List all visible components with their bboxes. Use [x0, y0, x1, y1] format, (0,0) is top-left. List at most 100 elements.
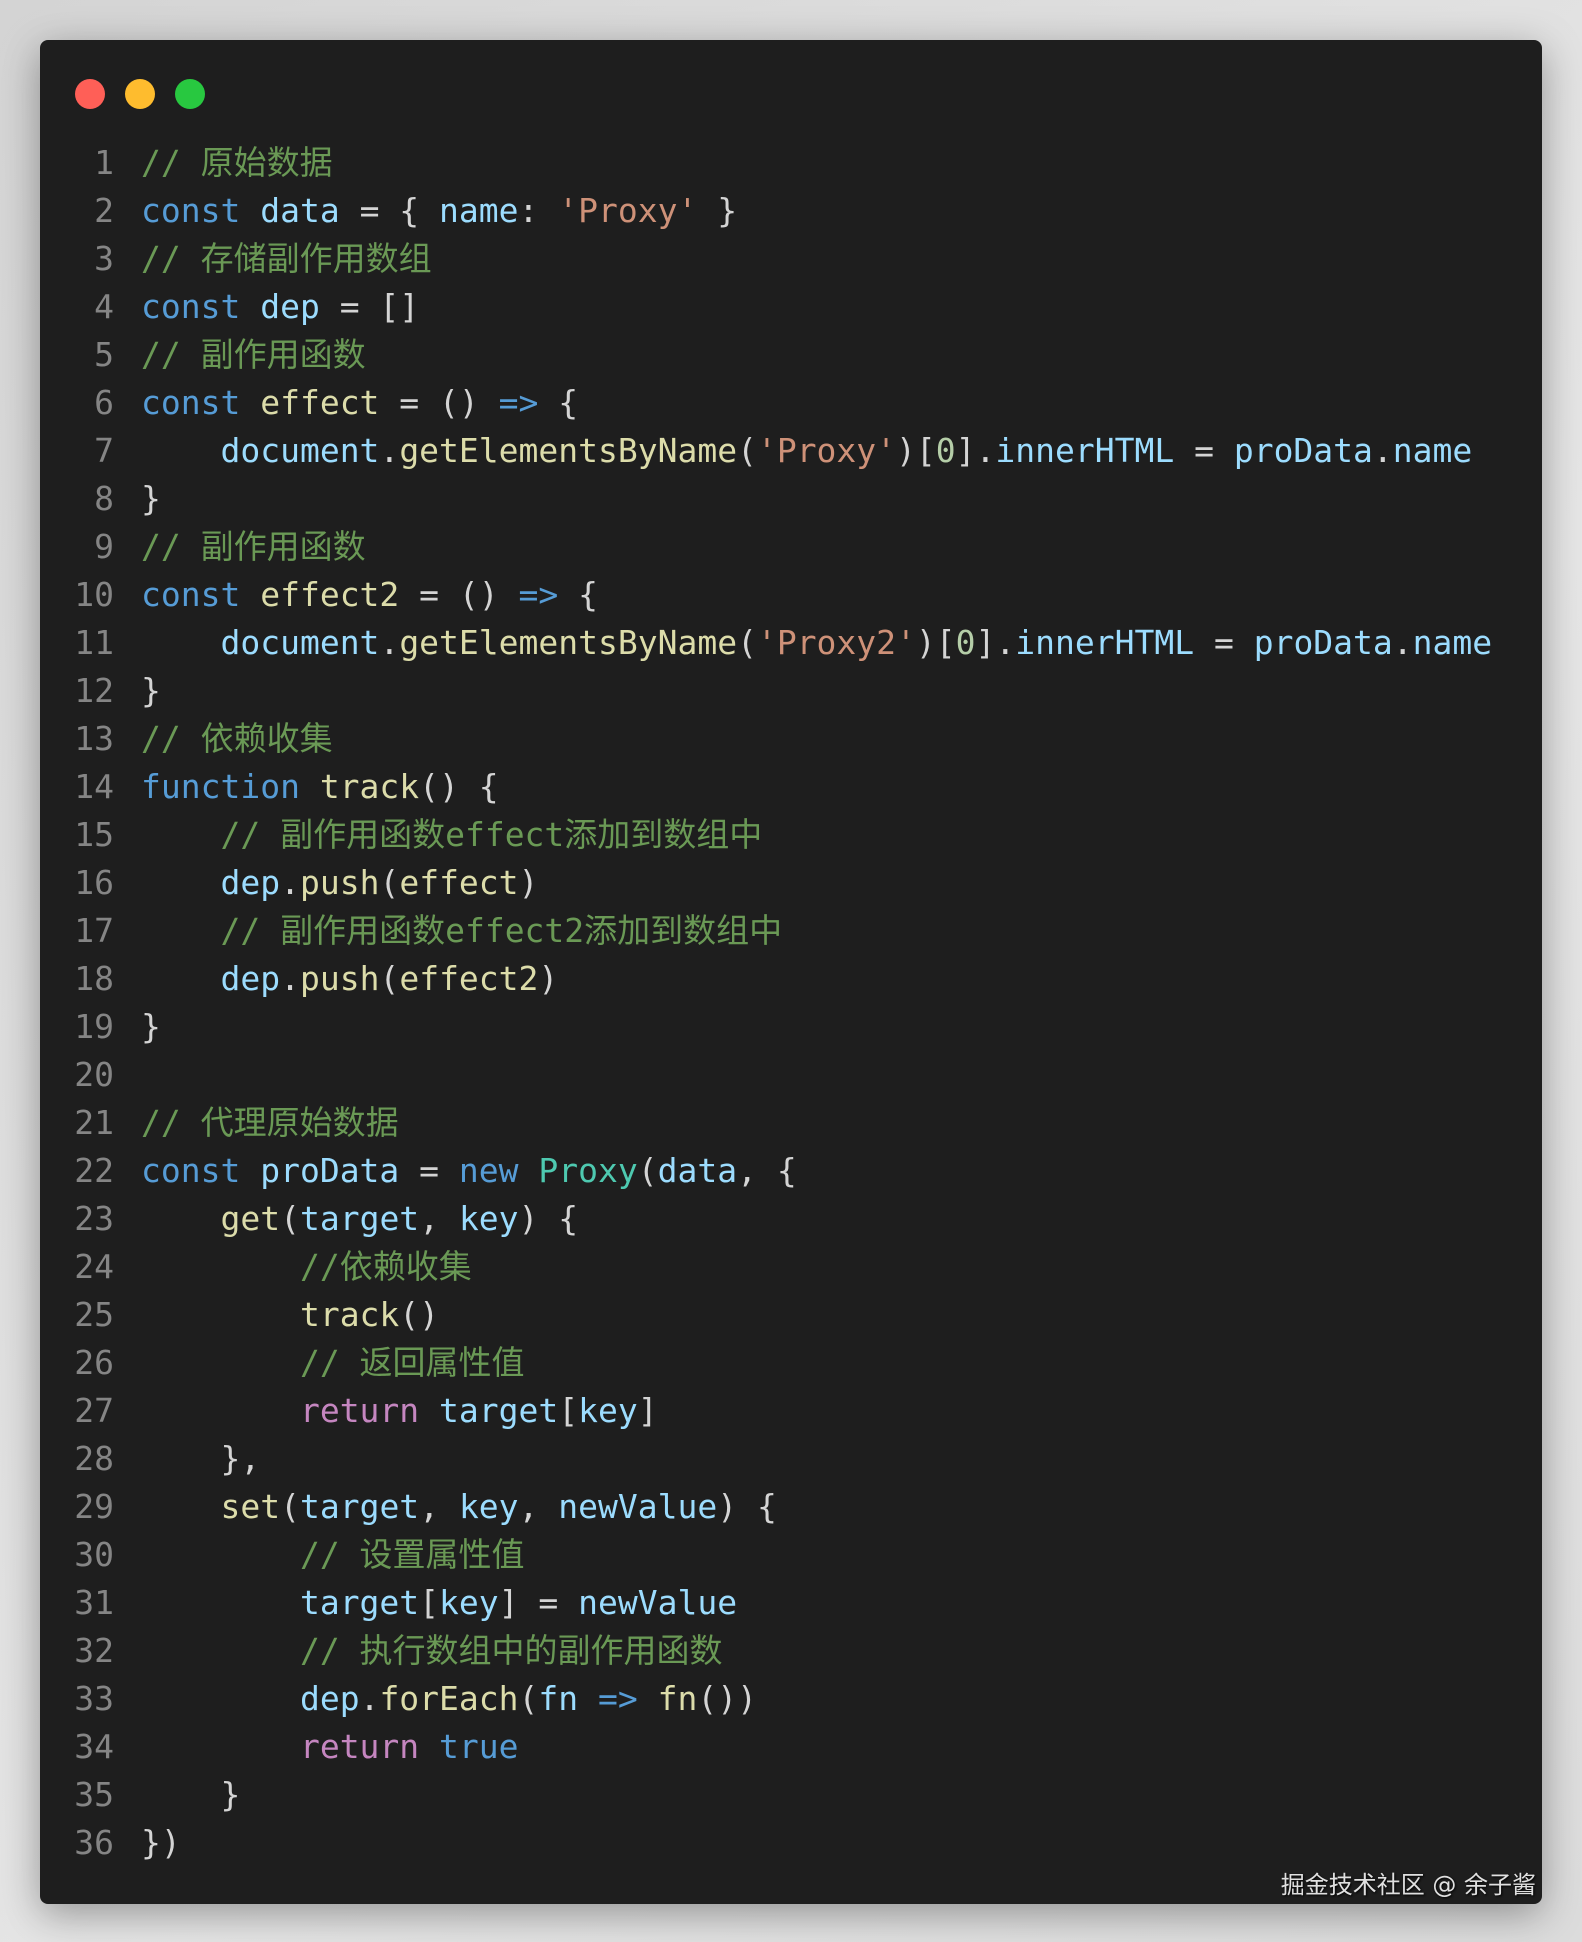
code-line: 2 const data = { name: 'Proxy' } [40, 187, 1492, 235]
code-token: ]. [955, 431, 996, 470]
code-line: 16 dep.push(effect) [40, 859, 1492, 907]
line-source: }, [114, 1435, 260, 1483]
code-line: 25 track() [40, 1291, 1492, 1339]
code-token: target [439, 1391, 559, 1430]
code-token: // 副作用函数 [141, 335, 366, 374]
code-token: const [141, 287, 261, 326]
code-token: document [220, 623, 380, 662]
line-number: 1 [94, 143, 114, 182]
code-line: 14 function track() { [40, 763, 1492, 811]
code-token: const [141, 575, 261, 614]
code-token: fn [538, 1679, 579, 1718]
code-token: } [697, 191, 738, 230]
code-line: 29 set(target, key, newValue) { [40, 1483, 1492, 1531]
line-number: 36 [74, 1823, 114, 1862]
code-token: // 副作用函数 [141, 527, 366, 566]
line-number: 21 [74, 1103, 114, 1142]
line-number: 25 [74, 1295, 114, 1334]
code-token: proData [1233, 431, 1373, 470]
line-number: 15 [74, 815, 114, 854]
code-token: . [280, 863, 300, 902]
code-token: name [1392, 431, 1473, 470]
code-line: 27 return target[key] [40, 1387, 1492, 1435]
code-token: . [359, 1679, 380, 1718]
code-line: 18 dep.push(effect2) [40, 955, 1492, 1003]
code-token: Proxy [538, 1151, 638, 1190]
line-source: const effect2 = () => { [114, 571, 598, 619]
line-number: 23 [74, 1199, 114, 1238]
line-number: 14 [74, 767, 114, 806]
code-token: } [141, 1007, 161, 1046]
code-token: track [319, 767, 420, 806]
code-line: 32 // 执行数组中的副作用函数 [40, 1627, 1492, 1675]
line-source: } [114, 1003, 161, 1051]
line-source [114, 1051, 141, 1099]
code-line: 36}) [40, 1819, 1492, 1867]
code-line: 13 // 依赖收集 [40, 715, 1492, 763]
code-token: { [558, 575, 599, 614]
code-token: new [458, 1151, 539, 1190]
code-token: . [1372, 431, 1393, 470]
line-source: return true [114, 1723, 519, 1771]
code-line: 21 // 代理原始数据 [40, 1099, 1492, 1147]
maximize-button[interactable] [175, 79, 205, 109]
code-token: key [578, 1391, 638, 1430]
line-number: 33 [74, 1679, 114, 1718]
line-number: 32 [74, 1631, 114, 1670]
code-line: 34 return true [40, 1723, 1492, 1771]
code-token: [ [419, 1583, 440, 1622]
code-token: // 代理原始数据 [141, 1103, 399, 1142]
line-source: }) [114, 1819, 181, 1867]
line-source: target[key] = newValue [114, 1579, 737, 1627]
line-number: 30 [74, 1535, 114, 1574]
code-token: true [439, 1727, 519, 1766]
code-token: }) [141, 1823, 181, 1862]
code-token: push [299, 863, 380, 902]
code-line: 28 }, [40, 1435, 1492, 1483]
line-number: 2 [94, 191, 114, 230]
code-token: => [498, 383, 539, 422]
code-token: return [299, 1391, 440, 1430]
line-source: return target[key] [114, 1387, 658, 1435]
code-token: } [141, 1775, 241, 1814]
close-button[interactable] [75, 79, 105, 109]
code-block: 1// 原始数据 2 const data = { name: 'Proxy' } 3… [40, 139, 1492, 1867]
code-token: ] [637, 1391, 658, 1430]
line-source: } [114, 667, 161, 715]
code-token: getElementsByName [399, 623, 738, 662]
line-number: 19 [74, 1007, 114, 1046]
line-number: 27 [74, 1391, 114, 1430]
code-token: = { [339, 191, 440, 230]
code-line: 15 // 副作用函数effect添加到数组中 [40, 811, 1492, 859]
code-window: 1// 原始数据 2 const data = { name: 'Proxy' } 3… [40, 40, 1542, 1904]
code-token: data [657, 1151, 738, 1190]
line-number: 22 [74, 1151, 114, 1190]
line-number: 35 [74, 1775, 114, 1814]
line-number: 13 [74, 719, 114, 758]
code-token: key [439, 1583, 499, 1622]
code-token: //依赖收集 [299, 1247, 472, 1286]
line-source: const dep = [] [114, 283, 419, 331]
code-token: 'Proxy' [558, 191, 698, 230]
code-token: fn [657, 1679, 698, 1718]
code-token: }, [141, 1439, 261, 1478]
code-token: const [141, 383, 261, 422]
code-line: 23 get(target, key) { [40, 1195, 1492, 1243]
code-token: = () [399, 575, 519, 614]
code-token: dep [220, 863, 281, 902]
code-token: target [299, 1487, 420, 1526]
code-token: ]. [975, 623, 1016, 662]
code-token: return [299, 1727, 440, 1766]
minimize-button[interactable] [125, 79, 155, 109]
code-token: dep [220, 959, 281, 998]
code-token: = () [379, 383, 499, 422]
code-token: getElementsByName [399, 431, 738, 470]
line-source: dep.push(effect2) [114, 955, 558, 1003]
line-number: 3 [94, 239, 114, 278]
